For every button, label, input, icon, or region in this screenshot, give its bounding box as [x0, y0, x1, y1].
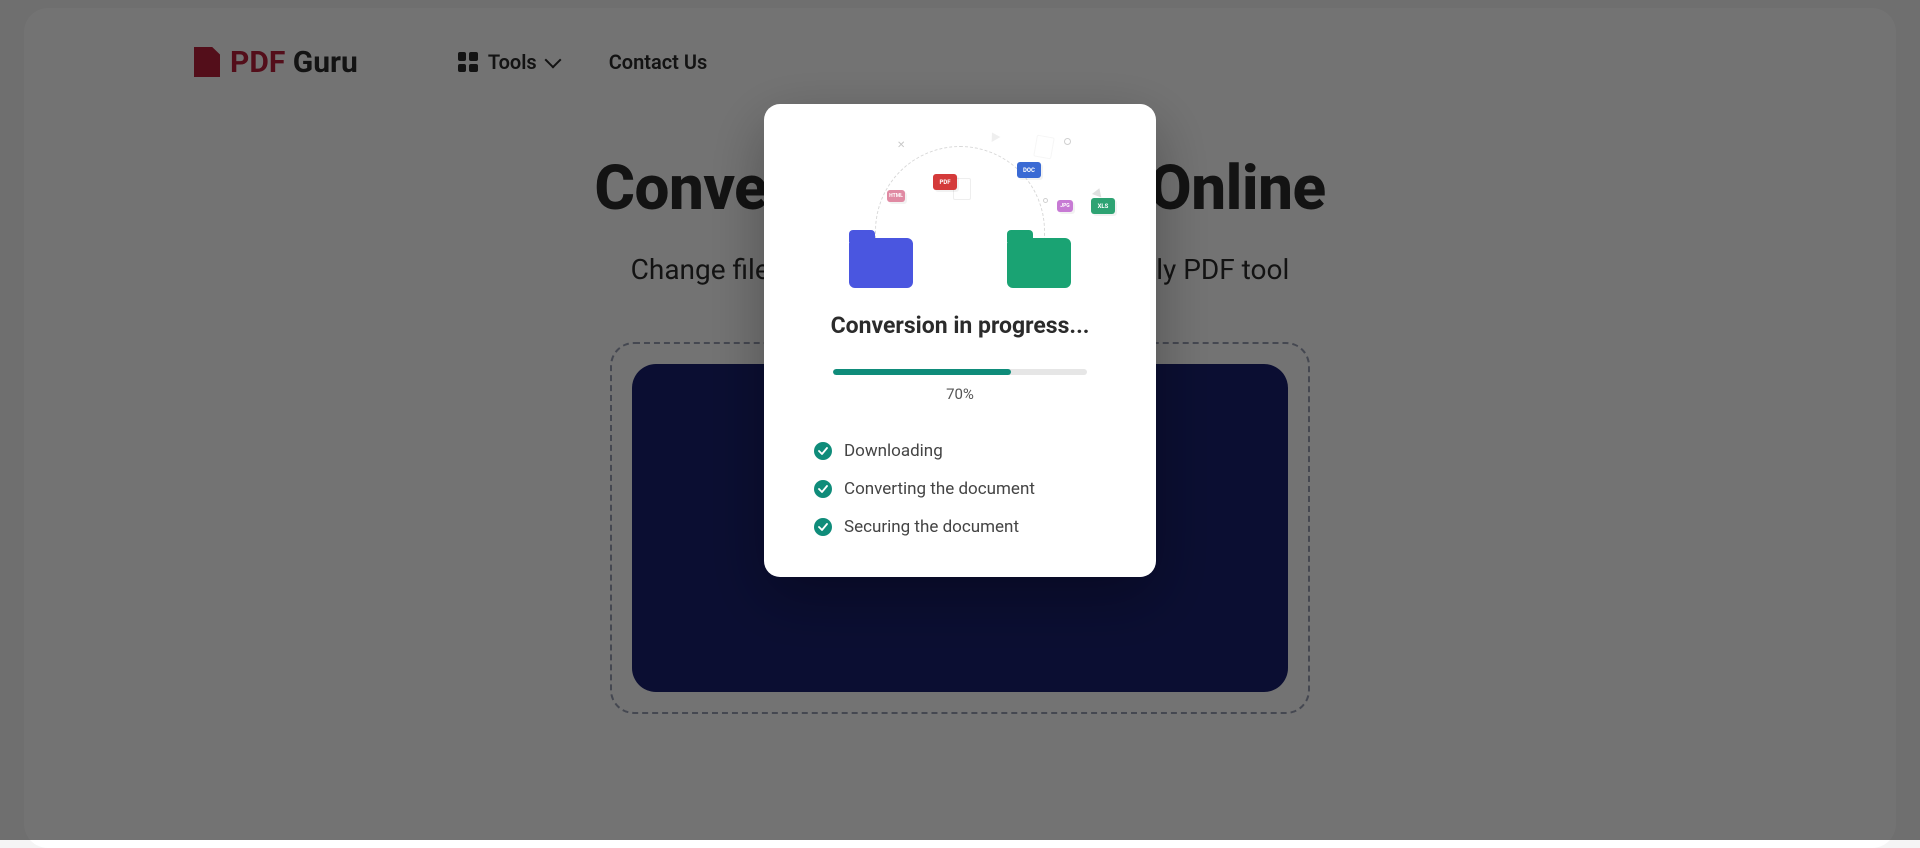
progress-percent-label: 70% — [800, 385, 1120, 403]
step-item: Securing the document — [814, 517, 1106, 537]
progress-fill — [833, 369, 1011, 375]
modal-overlay: ✕ ✕ HTML PDF DOC JPG XLS Conversion in p… — [0, 0, 1920, 840]
step-item: Converting the document — [814, 479, 1106, 499]
pdf-badge: PDF — [933, 174, 957, 190]
progress-bar — [833, 369, 1087, 375]
conversion-modal: ✕ ✕ HTML PDF DOC JPG XLS Conversion in p… — [764, 104, 1156, 577]
check-icon — [814, 442, 832, 460]
jpg-badge: JPG — [1057, 200, 1073, 212]
modal-title: Conversion in progress... — [800, 312, 1120, 339]
html-badge: HTML — [887, 190, 905, 202]
target-folder-icon — [1007, 238, 1071, 288]
x-icon: ✕ — [897, 140, 905, 151]
step-label: Converting the document — [844, 479, 1035, 499]
step-label: Downloading — [844, 441, 943, 461]
circle-icon — [1043, 198, 1048, 203]
conversion-illustration: ✕ ✕ HTML PDF DOC JPG XLS — [813, 132, 1107, 288]
doc-badge: DOC — [1017, 162, 1041, 178]
step-label: Securing the document — [844, 517, 1019, 537]
source-folder-icon — [849, 238, 913, 288]
step-item: Downloading — [814, 441, 1106, 461]
triangle-icon — [988, 130, 1001, 142]
xls-badge: XLS — [1091, 198, 1115, 214]
circle-icon — [1064, 138, 1071, 145]
check-icon — [814, 518, 832, 536]
steps-list: Downloading Converting the document Secu… — [800, 441, 1120, 537]
page-icon — [1033, 135, 1055, 160]
check-icon — [814, 480, 832, 498]
triangle-icon — [1092, 187, 1104, 198]
